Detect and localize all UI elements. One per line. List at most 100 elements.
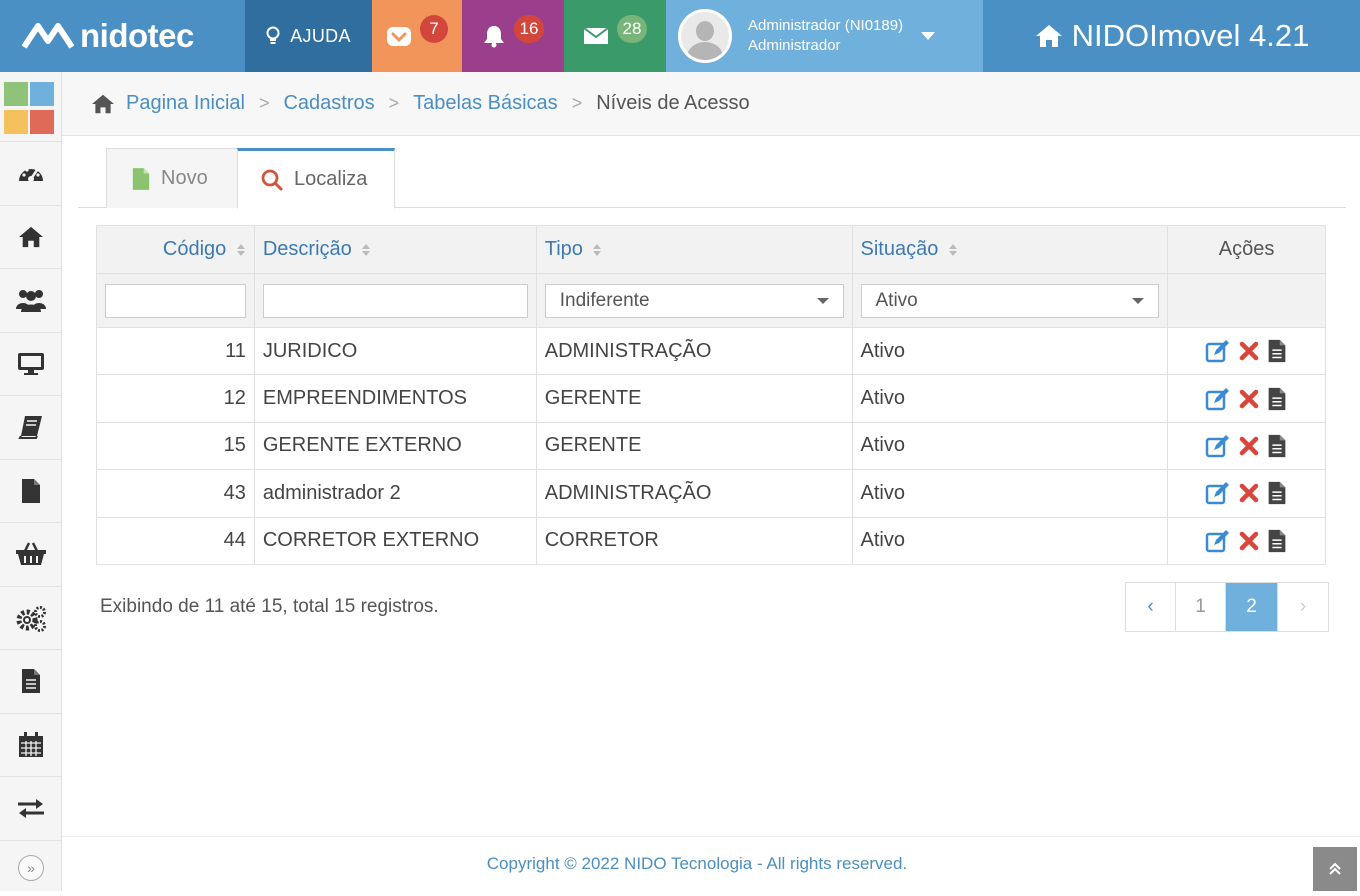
sort-icon	[948, 243, 957, 256]
table-row: 11 JURIDICO ADMINISTRAÇÃO Ativo	[96, 326, 1326, 376]
sort-icon	[362, 243, 371, 256]
product-title[interactable]: NIDOImovel 4.21	[983, 0, 1360, 72]
book-icon	[18, 416, 42, 440]
cell-situacao: Ativo	[851, 516, 1169, 565]
table-row: 15 GERENTE EXTERNO GERENTE Ativo	[96, 421, 1326, 471]
top-bar: nidotec AJUDA 7 16 28 Administrador (NI0…	[0, 0, 1360, 72]
pagination-page-1[interactable]: 1	[1176, 583, 1226, 631]
breadcrumb-tabelas-basicas[interactable]: Tabelas Básicas	[413, 92, 558, 115]
sidebar-item-settings[interactable]	[0, 587, 62, 650]
sidebar-item-document[interactable]	[0, 650, 62, 714]
edit-icon[interactable]	[1205, 339, 1231, 363]
delete-icon[interactable]	[1239, 436, 1259, 456]
pagination: ‹ 1 2 ›	[1125, 582, 1329, 632]
document-icon[interactable]	[1266, 433, 1288, 459]
breadcrumb-home[interactable]: Pagina Inicial	[126, 92, 245, 115]
document-icon[interactable]	[1266, 386, 1288, 412]
breadcrumb: Pagina Inicial > Cadastros > Tabelas Bás…	[62, 72, 1360, 136]
filter-tipo-select[interactable]: Indiferente	[544, 283, 844, 318]
cell-tipo: CORRETOR	[535, 516, 853, 565]
logo-text: nidotec	[80, 17, 194, 54]
filter-cell-descricao	[253, 273, 537, 328]
double-chevron-up-icon	[1329, 862, 1341, 875]
cell-descricao: GERENTE EXTERNO	[253, 421, 537, 471]
cell-situacao: Ativo	[851, 374, 1169, 423]
delete-icon[interactable]	[1239, 341, 1259, 361]
messages-button[interactable]: 28	[564, 0, 666, 72]
avatar	[678, 9, 732, 63]
table-row: 43 administrador 2 ADMINISTRAÇÃO Ativo	[96, 469, 1326, 518]
cell-descricao: EMPREENDIMENTOS	[253, 374, 537, 423]
scroll-to-top-button[interactable]	[1313, 847, 1357, 891]
sidebar-item-dashboard[interactable]	[0, 142, 62, 206]
cell-descricao: JURIDICO	[253, 326, 537, 376]
copyright: Copyright © 2022 NIDO Tecnologia - All r…	[62, 836, 1360, 891]
cell-codigo: 11	[96, 326, 255, 376]
home-icon	[19, 226, 43, 247]
notifications-count-badge: 16	[513, 15, 545, 43]
column-header-descricao[interactable]: Descrição	[253, 225, 537, 274]
access-levels-table: Código Descrição Tipo Situação Ações Ind…	[96, 225, 1326, 565]
nidotec-logo[interactable]: nidotec	[0, 0, 245, 72]
document-icon[interactable]	[1266, 528, 1288, 554]
cell-codigo: 12	[96, 374, 255, 423]
product-name: NIDOImovel 4.21	[1071, 18, 1310, 53]
pagination-prev[interactable]: ‹	[1126, 583, 1176, 631]
user-role: Administrador	[748, 37, 841, 54]
edit-icon[interactable]	[1205, 387, 1231, 411]
tile-yellow	[4, 110, 28, 134]
cell-acoes	[1167, 374, 1326, 423]
tasks-button[interactable]: 7	[372, 0, 462, 72]
cell-codigo: 44	[96, 516, 255, 565]
caret-down-icon	[816, 297, 829, 304]
sidebar: »	[0, 72, 62, 891]
cell-acoes	[1167, 421, 1326, 471]
filter-cell-situacao: Ativo	[851, 273, 1169, 328]
sidebar-collapse-toggle[interactable]: »	[0, 841, 62, 896]
cell-tipo: GERENTE	[535, 374, 853, 423]
cell-acoes	[1167, 326, 1326, 376]
cell-situacao: Ativo	[851, 326, 1169, 376]
caret-down-icon	[921, 32, 936, 40]
edit-icon[interactable]	[1205, 529, 1231, 553]
column-codigo-label: Código	[162, 238, 227, 260]
column-header-codigo[interactable]: Código	[96, 225, 255, 274]
edit-icon[interactable]	[1205, 434, 1231, 458]
home-icon	[1035, 25, 1062, 47]
pagination-page-2[interactable]: 2	[1226, 583, 1278, 631]
document-icon[interactable]	[1266, 480, 1288, 506]
sidebar-item-monitor[interactable]	[0, 333, 62, 396]
cell-situacao: Ativo	[851, 469, 1169, 518]
breadcrumb-cadastros[interactable]: Cadastros	[283, 92, 374, 115]
edit-icon[interactable]	[1205, 481, 1231, 505]
delete-icon[interactable]	[1239, 389, 1259, 409]
delete-icon[interactable]	[1239, 531, 1259, 551]
notifications-button[interactable]: 16	[462, 0, 564, 72]
apps-grid-icon[interactable]	[0, 72, 62, 142]
column-header-situacao[interactable]: Situação	[851, 225, 1169, 274]
tile-blue	[30, 82, 54, 106]
document-icon[interactable]	[1266, 338, 1288, 364]
sidebar-item-file[interactable]	[0, 460, 62, 523]
exchange-icon	[18, 799, 44, 819]
home-icon	[92, 94, 114, 113]
help-button[interactable]: AJUDA	[245, 0, 372, 72]
pagination-next[interactable]: ›	[1278, 583, 1328, 631]
column-descricao-label: Descrição	[262, 238, 352, 260]
chevron-right-icon: >	[571, 93, 583, 113]
column-header-tipo[interactable]: Tipo	[535, 225, 853, 274]
sidebar-item-transfers[interactable]	[0, 777, 62, 841]
caret-down-icon	[1132, 297, 1145, 304]
user-menu[interactable]: Administrador (NI0189) Administrador	[666, 0, 983, 72]
sidebar-item-home[interactable]	[0, 206, 62, 269]
sidebar-item-calendar[interactable]	[0, 714, 62, 777]
filter-descricao-input[interactable]	[262, 283, 528, 318]
sidebar-item-users[interactable]	[0, 269, 62, 333]
tab-novo[interactable]: Novo	[106, 148, 238, 208]
filter-situacao-select[interactable]: Ativo	[860, 283, 1160, 318]
sidebar-item-book[interactable]	[0, 396, 62, 460]
delete-icon[interactable]	[1239, 483, 1259, 503]
sidebar-item-basket[interactable]	[0, 523, 62, 587]
filter-codigo-input[interactable]	[105, 283, 246, 318]
tab-localiza[interactable]: Localiza	[237, 148, 395, 209]
